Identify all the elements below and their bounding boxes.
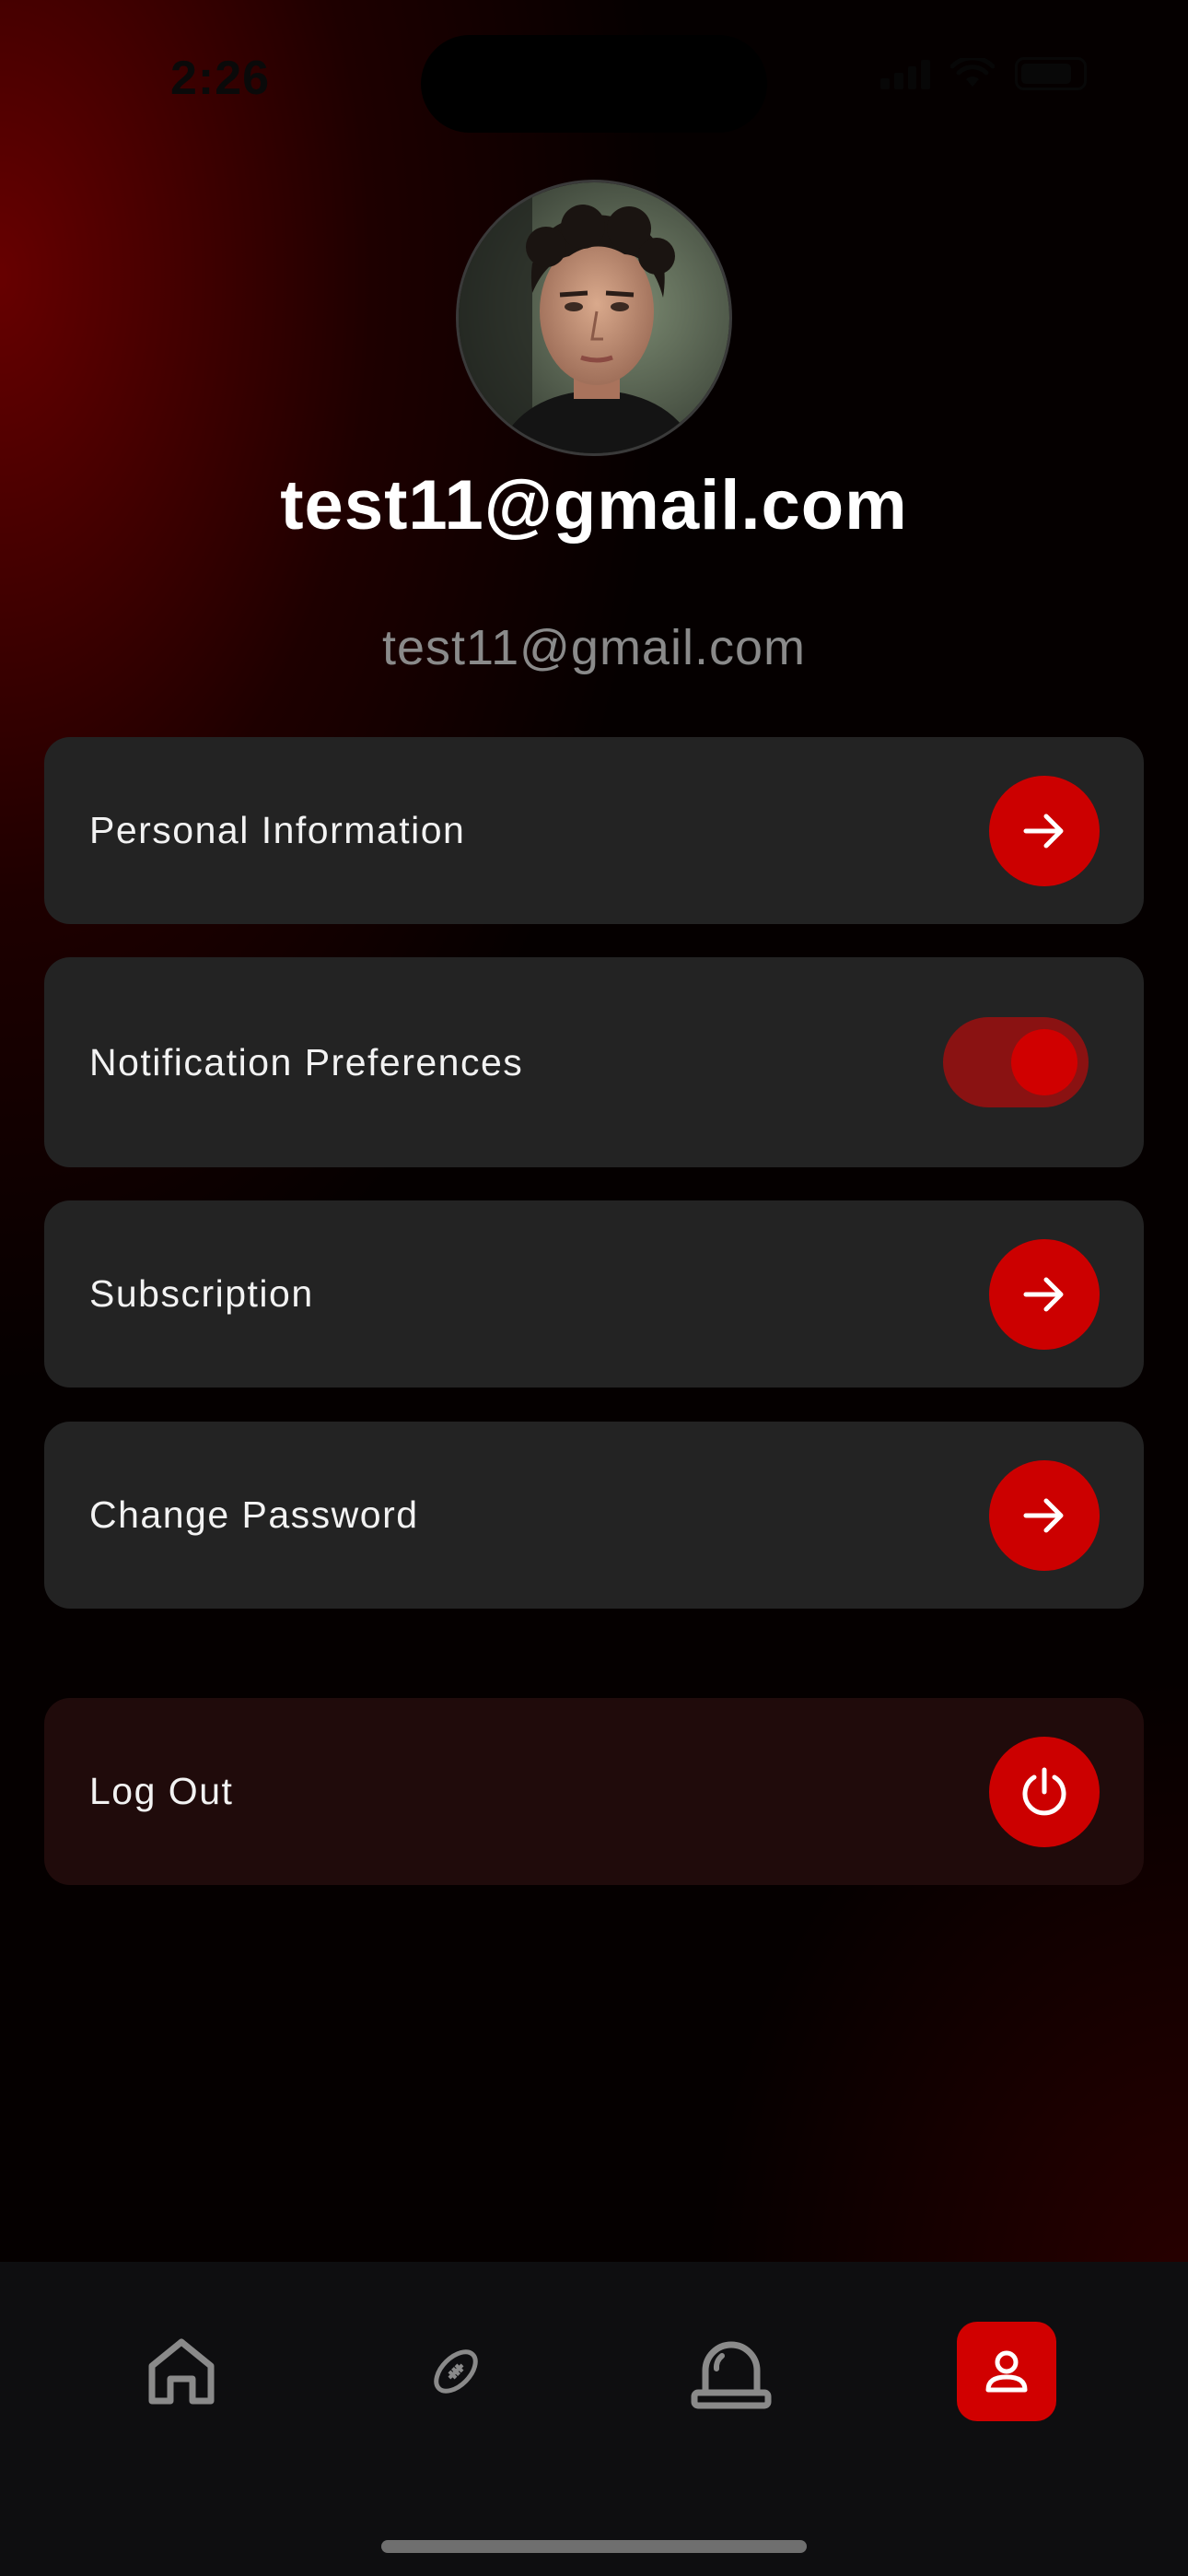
dynamic-island xyxy=(421,35,767,133)
power-icon xyxy=(1022,1767,1066,1815)
profile-email: test11@gmail.com xyxy=(382,620,806,675)
arrow-right-icon xyxy=(1023,1498,1064,1532)
profile-screen: 2:26 test11@gmail.com test11@gmail.com P… xyxy=(0,0,1188,2576)
personal-information-button[interactable] xyxy=(989,775,1100,886)
battery-icon xyxy=(1015,57,1087,90)
personal-information-label: Personal Information xyxy=(89,809,466,851)
toggle-knob xyxy=(1011,1029,1077,1095)
nav-alerts[interactable] xyxy=(681,2322,781,2421)
arrow-right-icon xyxy=(1023,814,1064,848)
subscription-row[interactable]: Subscription xyxy=(44,1200,1144,1388)
football-icon xyxy=(434,2349,478,2394)
log-out-label: Log Out xyxy=(89,1770,234,1812)
status-icons xyxy=(880,57,1087,90)
home-indicator xyxy=(381,2540,807,2553)
avatar[interactable] xyxy=(456,180,732,456)
change-password-label: Change Password xyxy=(89,1493,419,1536)
notification-toggle[interactable] xyxy=(943,1017,1089,1107)
avatar-photo xyxy=(459,182,729,453)
notification-preferences-row: Notification Preferences xyxy=(44,957,1144,1167)
nav-profile[interactable] xyxy=(957,2322,1056,2421)
notification-preferences-label: Notification Preferences xyxy=(89,1040,524,1083)
personal-information-row[interactable]: Personal Information xyxy=(44,737,1144,924)
profile-name: test11@gmail.com xyxy=(280,466,908,544)
home-icon xyxy=(148,2338,215,2405)
log-out-row[interactable]: Log Out xyxy=(44,1698,1144,1885)
arrow-right-icon xyxy=(1023,1277,1064,1311)
status-time: 2:26 xyxy=(170,52,271,105)
profile-icon xyxy=(985,2350,1028,2393)
subscription-button[interactable] xyxy=(989,1238,1100,1350)
cellular-signal-icon xyxy=(880,58,930,89)
siren-icon xyxy=(691,2341,772,2409)
nav-sports[interactable] xyxy=(406,2322,506,2421)
change-password-button[interactable] xyxy=(989,1459,1100,1571)
subscription-label: Subscription xyxy=(89,1272,314,1315)
wifi-icon xyxy=(950,58,995,87)
change-password-row[interactable]: Change Password xyxy=(44,1422,1144,1609)
nav-home[interactable] xyxy=(132,2322,231,2421)
log-out-button[interactable] xyxy=(989,1736,1100,1847)
